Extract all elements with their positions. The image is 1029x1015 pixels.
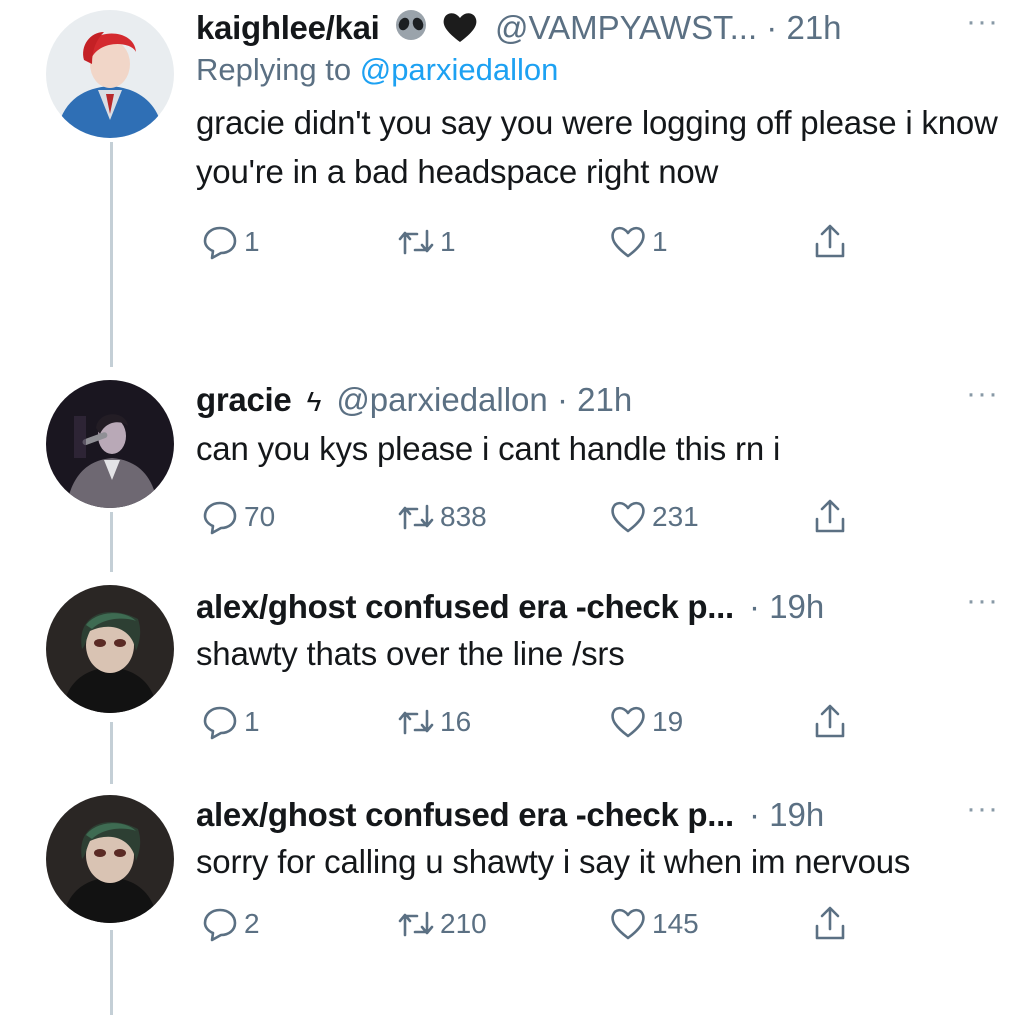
like-button[interactable]: 1 [608, 222, 668, 262]
share-button[interactable] [810, 497, 850, 537]
reply-count: 70 [244, 501, 276, 532]
action-bar: 1 1 1 [196, 222, 999, 266]
reply-icon [203, 706, 237, 740]
display-name[interactable]: alex/ghost confused era -check p... [196, 796, 734, 833]
share-button[interactable] [810, 222, 850, 262]
tweet-header: gracie ϟ @parxiedallon · 21h ··· [196, 377, 999, 420]
reply-icon [203, 226, 237, 260]
retweet-icon [398, 709, 434, 735]
tweet-text: can you kys please i cant handle this rn… [196, 430, 781, 467]
display-name[interactable]: alex/ghost confused era -check p... [196, 588, 734, 625]
like-count: 1 [652, 226, 668, 257]
replying-to-label: Replying to [196, 52, 360, 87]
retweet-count: 838 [440, 501, 487, 532]
like-count: 19 [652, 706, 684, 737]
avatar[interactable] [46, 10, 174, 138]
heart-icon [611, 226, 645, 258]
more-options-icon[interactable]: ··· [966, 2, 999, 42]
tweet-text: sorry for calling u shawty i say it when… [196, 843, 911, 880]
share-icon [815, 906, 845, 940]
action-bar: 70 838 231 [196, 497, 999, 541]
thread-line [110, 512, 113, 572]
retweet-button[interactable]: 16 [396, 702, 471, 742]
share-icon [815, 499, 845, 533]
retweet-icon [398, 229, 434, 255]
timestamp[interactable]: 19h [769, 588, 824, 625]
retweet-count: 1 [440, 226, 456, 257]
action-bar: 1 16 19 [196, 702, 999, 746]
retweet-button[interactable]: 1 [396, 222, 456, 262]
tweet-header: alex/ghost confused era -check p... · 19… [196, 584, 999, 627]
alien-icon [393, 9, 429, 52]
tweet-text: gracie didn't you say you were logging o… [196, 104, 998, 190]
display-name[interactable]: gracie [196, 381, 292, 418]
timestamp[interactable]: 19h [769, 796, 824, 833]
action-bar: 2 210 145 [196, 904, 999, 948]
reply-button[interactable]: 70 [200, 497, 275, 537]
share-icon [815, 704, 845, 738]
replying-to-handle[interactable]: @parxiedallon [360, 52, 559, 87]
thread-line [110, 930, 113, 1015]
avatar[interactable] [46, 380, 174, 508]
retweet-button[interactable]: 838 [396, 497, 487, 537]
replying-to: Replying to @parxiedallon [196, 48, 999, 92]
reply-count: 1 [244, 706, 260, 737]
like-count: 145 [652, 908, 699, 939]
retweet-count: 16 [440, 706, 472, 737]
tweet-text: shawty thats over the line /srs [196, 635, 625, 672]
like-button[interactable]: 19 [608, 702, 683, 742]
reply-icon [203, 501, 237, 535]
like-button[interactable]: 231 [608, 497, 699, 537]
reply-count: 1 [244, 226, 260, 257]
tweet-header: kaighlee/kai @VAMPYAWST... · 21h ··· [196, 5, 999, 48]
more-options-icon[interactable]: ··· [966, 374, 999, 414]
timestamp[interactable]: 21h [577, 381, 632, 418]
tweet-header: alex/ghost confused era -check p... · 19… [196, 792, 999, 835]
lightning-symbol: ϟ [306, 386, 322, 417]
share-icon [815, 224, 845, 258]
more-options-icon[interactable]: ··· [966, 581, 999, 621]
separator-dot: · [749, 796, 761, 833]
heart-icon [611, 908, 645, 940]
user-handle[interactable]: @parxiedallon [336, 381, 547, 418]
like-count: 231 [652, 501, 699, 532]
reply-button[interactable]: 1 [200, 702, 260, 742]
more-options-icon[interactable]: ··· [966, 789, 999, 829]
retweet-count: 210 [440, 908, 487, 939]
reply-button[interactable]: 1 [200, 222, 260, 262]
avatar[interactable] [46, 795, 174, 923]
retweet-icon [398, 504, 434, 530]
like-button[interactable]: 145 [608, 904, 699, 944]
retweet-icon [398, 911, 434, 937]
heart-icon [611, 706, 645, 738]
thread-line [110, 142, 113, 367]
avatar[interactable] [46, 585, 174, 713]
separator-dot: · [766, 9, 778, 46]
black-heart-icon [442, 11, 478, 52]
heart-icon [611, 501, 645, 533]
separator-dot: · [749, 588, 761, 625]
reply-count: 2 [244, 908, 260, 939]
separator-dot: · [556, 381, 568, 418]
user-handle[interactable]: @VAMPYAWST... [495, 9, 757, 46]
reply-button[interactable]: 2 [200, 904, 260, 944]
share-button[interactable] [810, 702, 850, 742]
display-name[interactable]: kaighlee/kai [196, 9, 380, 46]
reply-icon [203, 908, 237, 942]
timestamp[interactable]: 21h [786, 9, 841, 46]
retweet-button[interactable]: 210 [396, 904, 487, 944]
share-button[interactable] [810, 904, 850, 944]
thread-line [110, 722, 113, 784]
